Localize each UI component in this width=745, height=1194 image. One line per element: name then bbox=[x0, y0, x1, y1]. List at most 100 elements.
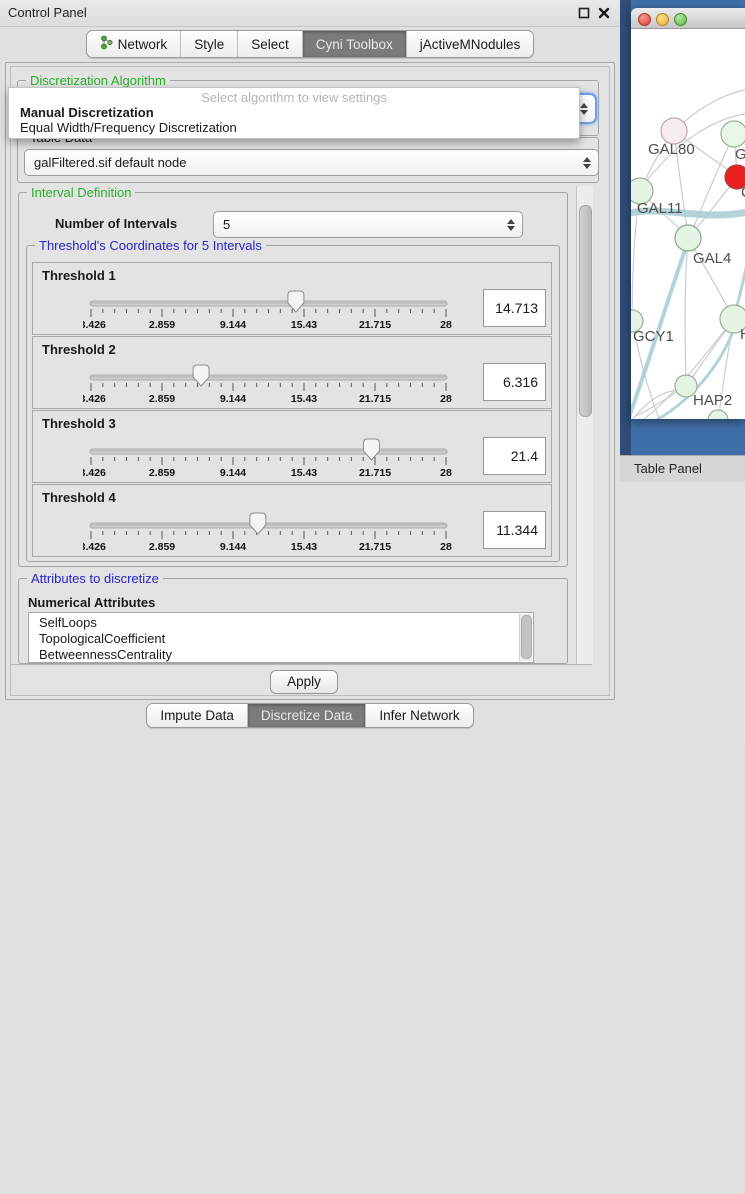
svg-text:28: 28 bbox=[440, 541, 452, 553]
svg-text:21.715: 21.715 bbox=[359, 541, 391, 553]
svg-text:9.144: 9.144 bbox=[220, 393, 246, 405]
tab-label: Style bbox=[194, 37, 224, 52]
svg-text:21.715: 21.715 bbox=[359, 393, 391, 405]
slider-thumb[interactable] bbox=[288, 291, 304, 312]
tab-label: Discretize Data bbox=[261, 708, 353, 723]
spinner-up-icon bbox=[583, 157, 591, 162]
algorithm-dropdown-popup: Select algorithm to view settings Manual… bbox=[8, 87, 580, 139]
svg-text:-3.426: -3.426 bbox=[83, 541, 106, 553]
svg-text:15.43: 15.43 bbox=[291, 467, 317, 479]
tab-discretize-data[interactable]: Discretize Data bbox=[248, 704, 367, 727]
combo-value: 5 bbox=[223, 217, 230, 232]
minimize-traffic-light-icon[interactable] bbox=[656, 13, 669, 26]
popup-hint: Select algorithm to view settings bbox=[9, 90, 579, 105]
table-panel-body: shared... na... YDL19...YDL1YDR27...YDR2… bbox=[620, 482, 745, 745]
svg-text:15.43: 15.43 bbox=[291, 319, 317, 331]
slider-thumb[interactable] bbox=[193, 365, 209, 386]
tab-label: Infer Network bbox=[379, 708, 459, 723]
network-window-titlebar[interactable] bbox=[631, 8, 745, 29]
table-panel-title: Table Panel bbox=[634, 461, 702, 476]
number-of-intervals-combobox[interactable]: 5 bbox=[213, 211, 523, 238]
threshold-4-value-field[interactable]: 11.344 bbox=[483, 511, 546, 549]
attribute-list[interactable]: SelfLoopsTopologicalCoefficientBetweenne… bbox=[28, 612, 534, 663]
panel-title: Control Panel bbox=[8, 5, 87, 20]
table-data-combobox[interactable]: galFiltered.sif default node bbox=[24, 149, 599, 176]
svg-text:9.144: 9.144 bbox=[220, 541, 246, 553]
number-of-intervals-label: Number of Intervals bbox=[55, 216, 177, 231]
svg-text:15.43: 15.43 bbox=[291, 541, 317, 553]
svg-text:28: 28 bbox=[440, 393, 452, 405]
threshold-label: Threshold 3 bbox=[42, 416, 116, 431]
svg-text:21.715: 21.715 bbox=[359, 467, 391, 479]
svg-text:9.144: 9.144 bbox=[220, 319, 246, 331]
threshold-1-slider[interactable]: -3.4262.8599.14415.4321.71528 bbox=[83, 283, 461, 331]
scrollbar-thumb[interactable] bbox=[579, 205, 592, 417]
threshold-2-slider[interactable]: -3.4262.8599.14415.4321.71528 bbox=[83, 357, 461, 405]
network-window: GAL80GACGAL11GAL4GCY1HHAP2 bbox=[631, 8, 745, 419]
popup-item-equal-width-frequency[interactable]: Equal Width/Frequency Discretization bbox=[20, 120, 237, 135]
control-panel-tabbar: Network Style Select Cyni Toolbox jActiv… bbox=[0, 27, 620, 61]
tab-infer-network[interactable]: Infer Network bbox=[366, 704, 472, 727]
network-edge bbox=[685, 238, 688, 382]
svg-text:2.859: 2.859 bbox=[149, 467, 175, 479]
network-node[interactable] bbox=[675, 225, 701, 251]
threshold-label: Threshold 1 bbox=[42, 268, 116, 283]
table-panel-titlebar: Table Panel bbox=[620, 455, 745, 483]
tab-style[interactable]: Style bbox=[181, 31, 238, 57]
tab-impute-data[interactable]: Impute Data bbox=[147, 704, 248, 727]
slider-thumb[interactable] bbox=[250, 513, 266, 534]
threshold-2-value-field[interactable]: 6.316 bbox=[483, 363, 546, 401]
group-title: Attributes to discretize bbox=[27, 571, 163, 586]
threshold-3-value-field[interactable]: 21.4 bbox=[483, 437, 546, 475]
attribute-item[interactable]: BetweennessCentrality bbox=[39, 647, 533, 663]
attribute-item[interactable]: SelfLoops bbox=[39, 615, 533, 631]
tab-network[interactable]: Network bbox=[87, 31, 182, 57]
tab-label: Cyni Toolbox bbox=[316, 37, 393, 52]
node-label: C bbox=[741, 184, 745, 201]
network-node[interactable] bbox=[721, 121, 745, 147]
svg-text:21.715: 21.715 bbox=[359, 319, 391, 331]
tab-jactivemnodules[interactable]: jActiveMNodules bbox=[407, 31, 534, 57]
combo-value: galFiltered.sif default node bbox=[34, 155, 186, 170]
control-panel: Control Panel Network Style Select Cyni … bbox=[0, 0, 620, 745]
close-icon[interactable] bbox=[598, 7, 610, 19]
float-window-icon[interactable] bbox=[578, 7, 590, 19]
threshold-3-slider[interactable]: -3.4262.8599.14415.4321.71528 bbox=[83, 431, 461, 479]
spinner-down-icon bbox=[507, 226, 515, 231]
panel-scrollbar[interactable] bbox=[576, 186, 593, 664]
attribute-list-scrollbar[interactable] bbox=[519, 614, 532, 661]
node-label: GAL80 bbox=[648, 141, 695, 158]
network-svg[interactable]: GAL80GACGAL11GAL4GCY1HHAP2 bbox=[631, 29, 745, 419]
zoom-traffic-light-icon[interactable] bbox=[674, 13, 687, 26]
popup-item-manual-discretization[interactable]: Manual Discretization bbox=[20, 105, 154, 120]
node-label: HAP2 bbox=[693, 392, 732, 409]
threshold-1-value-field[interactable]: 14.713 bbox=[483, 289, 546, 327]
group-title: Threshold's Coordinates for 5 Intervals bbox=[35, 238, 266, 253]
network-icon bbox=[100, 35, 113, 53]
threshold-2-panel: Threshold 2 -3.4262.8599.14415.4321.7152… bbox=[32, 336, 552, 409]
slider-thumb[interactable] bbox=[363, 439, 379, 460]
svg-text:15.43: 15.43 bbox=[291, 393, 317, 405]
network-canvas[interactable]: GAL80GACGAL11GAL4GCY1HHAP2 bbox=[631, 29, 745, 419]
threshold-4-panel: Threshold 4 -3.4262.8599.14415.4321.7152… bbox=[32, 484, 552, 557]
attribute-item[interactable]: TopologicalCoefficient bbox=[39, 631, 533, 647]
tab-label: jActiveMNodules bbox=[420, 37, 521, 52]
spinner-down-icon bbox=[583, 164, 591, 169]
control-panel-titlebar: Control Panel bbox=[0, 0, 620, 27]
spinner-up-icon bbox=[507, 219, 515, 224]
tab-select[interactable]: Select bbox=[238, 31, 303, 57]
attribute-list-items: SelfLoopsTopologicalCoefficientBetweenne… bbox=[29, 613, 533, 663]
svg-text:-3.426: -3.426 bbox=[83, 319, 106, 331]
spinner-down-icon bbox=[580, 110, 588, 115]
node-label: GCY1 bbox=[633, 328, 674, 345]
node-label: GA bbox=[735, 146, 745, 163]
threshold-1-panel: Threshold 1 -3.4262.8599.14415.4321.7152… bbox=[32, 262, 552, 335]
apply-button[interactable]: Apply bbox=[270, 670, 338, 694]
network-node[interactable] bbox=[708, 410, 728, 419]
scrollbar-thumb[interactable] bbox=[521, 615, 532, 659]
close-traffic-light-icon[interactable] bbox=[638, 13, 651, 26]
threshold-4-slider[interactable]: -3.4262.8599.14415.4321.71528 bbox=[83, 505, 461, 553]
tab-cyni-toolbox[interactable]: Cyni Toolbox bbox=[303, 31, 407, 57]
threshold-3-panel: Threshold 3 -3.4262.8599.14415.4321.7152… bbox=[32, 410, 552, 483]
tab-label: Select bbox=[251, 37, 289, 52]
